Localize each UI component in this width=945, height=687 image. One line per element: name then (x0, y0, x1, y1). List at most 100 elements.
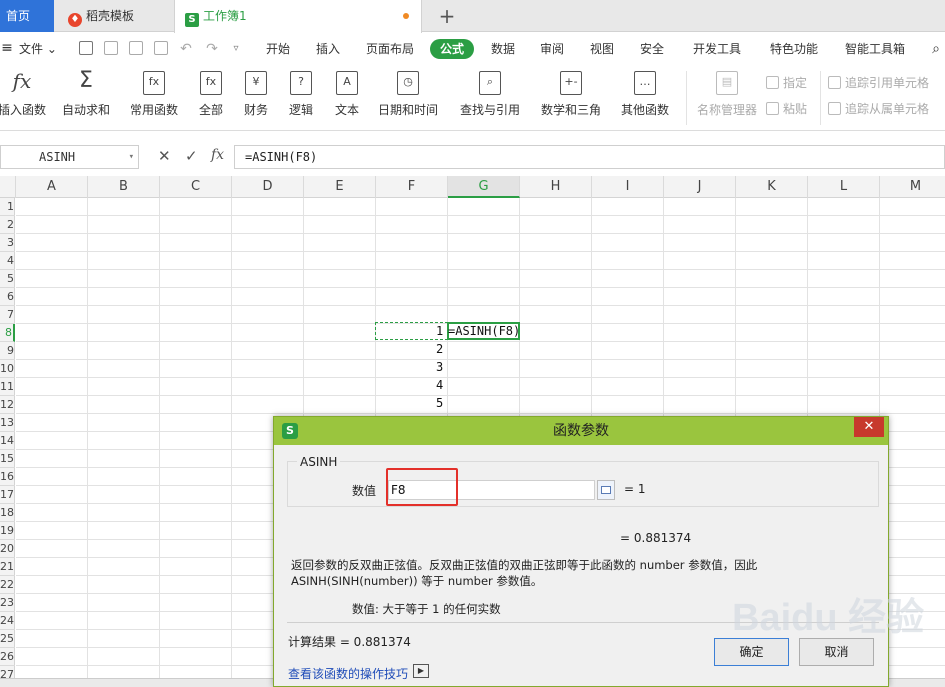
financial-button[interactable]: ¥ 财务 (236, 69, 276, 125)
all-functions-button[interactable]: fx 全部 (192, 69, 230, 125)
redo-icon[interactable]: ↷ (204, 39, 220, 59)
formula-input[interactable]: =ASINH(F8) (234, 145, 945, 169)
fx-icon[interactable]: fx (211, 147, 224, 163)
name-manager-button[interactable]: ▤ 名称管理器 (694, 69, 760, 125)
column-header-c[interactable]: C (160, 176, 232, 198)
lookup-icon: ⌕ (479, 71, 501, 95)
menu-formula[interactable]: 公式 (430, 39, 474, 59)
menu-data[interactable]: 数据 (485, 39, 521, 59)
column-header-b[interactable]: B (88, 176, 160, 198)
column-header-g[interactable]: G (448, 176, 520, 198)
row-header-18[interactable]: 18 (0, 504, 15, 522)
row-header-25[interactable]: 25 (0, 630, 15, 648)
menu-view[interactable]: 视图 (584, 39, 620, 59)
tab-workbook[interactable]: S 工作簿1 (174, 0, 422, 33)
column-header-k[interactable]: K (736, 176, 808, 198)
row-header-26[interactable]: 26 (0, 648, 15, 666)
row-header-12[interactable]: 12 (0, 396, 15, 414)
menu-special[interactable]: 特色功能 (765, 39, 823, 59)
column-header-d[interactable]: D (232, 176, 304, 198)
row-header-11[interactable]: 11 (0, 378, 15, 396)
row-header-24[interactable]: 24 (0, 612, 15, 630)
menu-page-layout[interactable]: 页面布局 (362, 39, 418, 59)
autosum-button[interactable]: Σ 自动求和 (56, 69, 116, 125)
row-header-3[interactable]: 3 (0, 234, 15, 252)
row-header-16[interactable]: 16 (0, 468, 15, 486)
select-all-corner[interactable] (0, 176, 16, 198)
print-preview-icon[interactable] (154, 41, 168, 55)
column-header-a[interactable]: A (16, 176, 88, 198)
more-functions-button[interactable]: … 其他函数 (615, 69, 675, 125)
chevron-down-icon[interactable]: ▾ (129, 146, 134, 168)
range-select-icon (601, 486, 611, 494)
menu-developer[interactable]: 开发工具 (688, 39, 746, 59)
cancel-edit-icon[interactable]: ✕ (158, 147, 171, 165)
range-select-button[interactable] (597, 480, 615, 500)
row-header-4[interactable]: 4 (0, 252, 15, 270)
text-button[interactable]: A 文本 (328, 69, 366, 125)
column-header-f[interactable]: F (376, 176, 448, 198)
column-header-l[interactable]: L (808, 176, 880, 198)
hamburger-icon[interactable]: ≡ (0, 38, 14, 58)
function-help-link[interactable]: 查看该函数的操作技巧 (288, 665, 408, 682)
new-tab-button[interactable]: + (436, 0, 458, 32)
menu-security[interactable]: 安全 (634, 39, 670, 59)
export-pdf-icon[interactable] (104, 41, 118, 55)
math-trig-button[interactable]: +- 数学和三角 (535, 69, 607, 125)
logical-button[interactable]: ? 逻辑 (282, 69, 320, 125)
paste-name-button[interactable]: 粘贴 (766, 100, 807, 118)
row-header-10[interactable]: 10 (0, 360, 15, 378)
result-preview: = 0.881374 (620, 531, 692, 545)
clock-icon: ◷ (397, 71, 419, 95)
lookup-reference-button[interactable]: ⌕ 查找与引用 (454, 69, 526, 125)
param-number-label: 数值 (352, 484, 377, 498)
row-header-13[interactable]: 13 (0, 414, 15, 432)
row-header-20[interactable]: 20 (0, 540, 15, 558)
column-header-e[interactable]: E (304, 176, 376, 198)
trace-precedents-button[interactable]: 追踪引用单元格 (828, 74, 929, 92)
column-header-h[interactable]: H (520, 176, 592, 198)
undo-icon[interactable]: ↶ (178, 39, 194, 59)
confirm-edit-icon[interactable]: ✓ (185, 147, 198, 165)
menu-smart-tools[interactable]: 智能工具箱 (840, 39, 910, 59)
row-header-17[interactable]: 17 (0, 486, 15, 504)
row-header-23[interactable]: 23 (0, 594, 15, 612)
date-time-button[interactable]: ◷ 日期和时间 (372, 69, 444, 125)
trace-dependents-button[interactable]: 追踪从属单元格 (828, 100, 929, 118)
insert-function-button[interactable]: fx 插入函数 (0, 69, 50, 125)
row-header-7[interactable]: 7 (0, 306, 15, 324)
print-icon[interactable] (129, 41, 143, 55)
name-box[interactable]: ASINH ▾ (0, 145, 139, 169)
video-tutorial-icon[interactable]: ▶ (413, 664, 429, 678)
row-header-2[interactable]: 2 (0, 216, 15, 234)
assign-button[interactable]: 指定 (766, 74, 807, 92)
row-header-14[interactable]: 14 (0, 432, 15, 450)
text-icon: A (336, 71, 358, 95)
column-header-m[interactable]: M (880, 176, 945, 198)
trace-dependents-label: 追踪从属单元格 (845, 102, 930, 116)
common-functions-button[interactable]: fx 常用函数 (124, 69, 184, 125)
tab-home[interactable]: 首页 (0, 0, 54, 32)
row-header-6[interactable]: 6 (0, 288, 15, 306)
highlight-annotation (386, 468, 458, 506)
dialog-titlebar[interactable]: S 函数参数 ✕ (274, 417, 888, 445)
search-icon[interactable]: ⌕ (928, 39, 944, 59)
row-header-8[interactable]: 8 (0, 324, 15, 342)
menu-file[interactable]: 文件 ⌄ (16, 39, 60, 59)
close-icon[interactable]: ✕ (854, 417, 884, 437)
row-header-1[interactable]: 1 (0, 198, 15, 216)
row-header-19[interactable]: 19 (0, 522, 15, 540)
quick-access-dropdown-icon[interactable]: ▿ (229, 39, 243, 59)
tab-template[interactable]: ♦ 稻壳模板 (56, 0, 172, 32)
menu-review[interactable]: 审阅 (534, 39, 570, 59)
row-header-5[interactable]: 5 (0, 270, 15, 288)
column-header-j[interactable]: J (664, 176, 736, 198)
row-header-22[interactable]: 22 (0, 576, 15, 594)
menu-insert[interactable]: 插入 (310, 39, 346, 59)
column-header-i[interactable]: I (592, 176, 664, 198)
menu-start[interactable]: 开始 (259, 39, 297, 59)
row-header-15[interactable]: 15 (0, 450, 15, 468)
save-icon[interactable] (79, 41, 93, 55)
row-header-21[interactable]: 21 (0, 558, 15, 576)
row-header-9[interactable]: 9 (0, 342, 15, 360)
